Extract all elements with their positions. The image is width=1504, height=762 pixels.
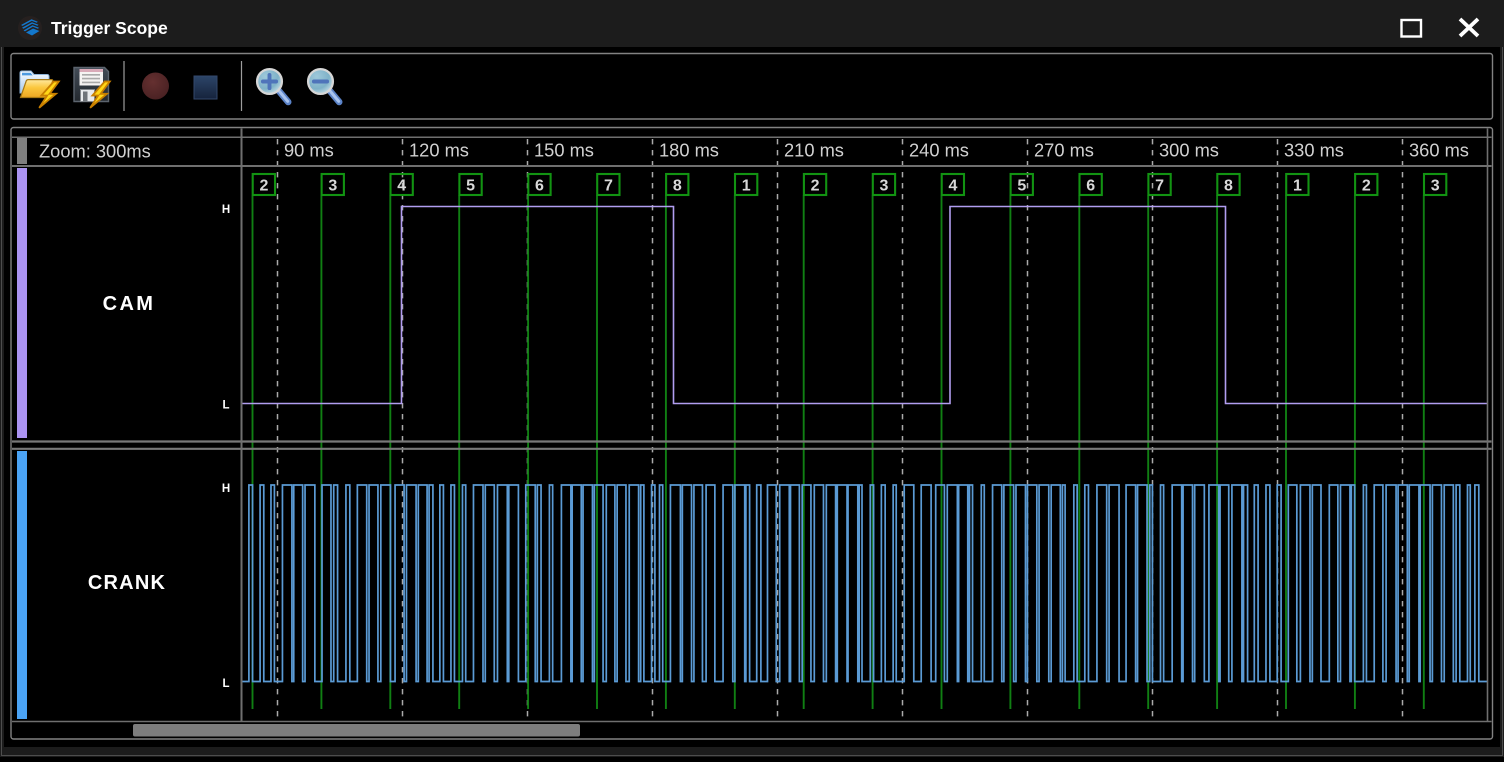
svg-text:Trigger Scope: Trigger Scope (51, 18, 168, 38)
svg-text:3: 3 (1431, 178, 1440, 195)
svg-text:7: 7 (1155, 178, 1164, 195)
svg-text:CAM: CAM (103, 293, 156, 315)
svg-text:2: 2 (259, 178, 268, 195)
svg-text:330 ms: 330 ms (1284, 140, 1344, 161)
svg-text:L: L (222, 678, 229, 690)
svg-text:150 ms: 150 ms (534, 140, 594, 161)
svg-text:8: 8 (673, 178, 682, 195)
svg-text:CRANK: CRANK (88, 572, 166, 594)
svg-text:4: 4 (948, 178, 957, 195)
svg-text:210 ms: 210 ms (784, 140, 844, 161)
svg-text:360 ms: 360 ms (1409, 140, 1469, 161)
svg-text:Zoom: 300ms: Zoom: 300ms (39, 141, 151, 162)
svg-text:3: 3 (328, 178, 337, 195)
svg-text:240 ms: 240 ms (909, 140, 969, 161)
svg-text:4: 4 (397, 178, 406, 195)
svg-text:3: 3 (880, 178, 889, 195)
svg-text:5: 5 (1017, 178, 1026, 195)
svg-text:6: 6 (1086, 178, 1095, 195)
svg-text:5: 5 (466, 178, 475, 195)
svg-text:1: 1 (1293, 178, 1302, 195)
svg-text:2: 2 (811, 178, 820, 195)
svg-text:300 ms: 300 ms (1159, 140, 1219, 161)
svg-text:7: 7 (604, 178, 613, 195)
svg-text:8: 8 (1224, 178, 1233, 195)
svg-text:1: 1 (742, 178, 751, 195)
svg-text:6: 6 (535, 178, 544, 195)
svg-text:120 ms: 120 ms (409, 140, 469, 161)
svg-text:2: 2 (1362, 178, 1371, 195)
svg-text:H: H (222, 204, 230, 216)
svg-text:90 ms: 90 ms (284, 140, 334, 161)
svg-text:270 ms: 270 ms (1034, 140, 1094, 161)
svg-text:H: H (222, 483, 230, 495)
svg-text:L: L (222, 400, 229, 412)
svg-text:180 ms: 180 ms (659, 140, 719, 161)
